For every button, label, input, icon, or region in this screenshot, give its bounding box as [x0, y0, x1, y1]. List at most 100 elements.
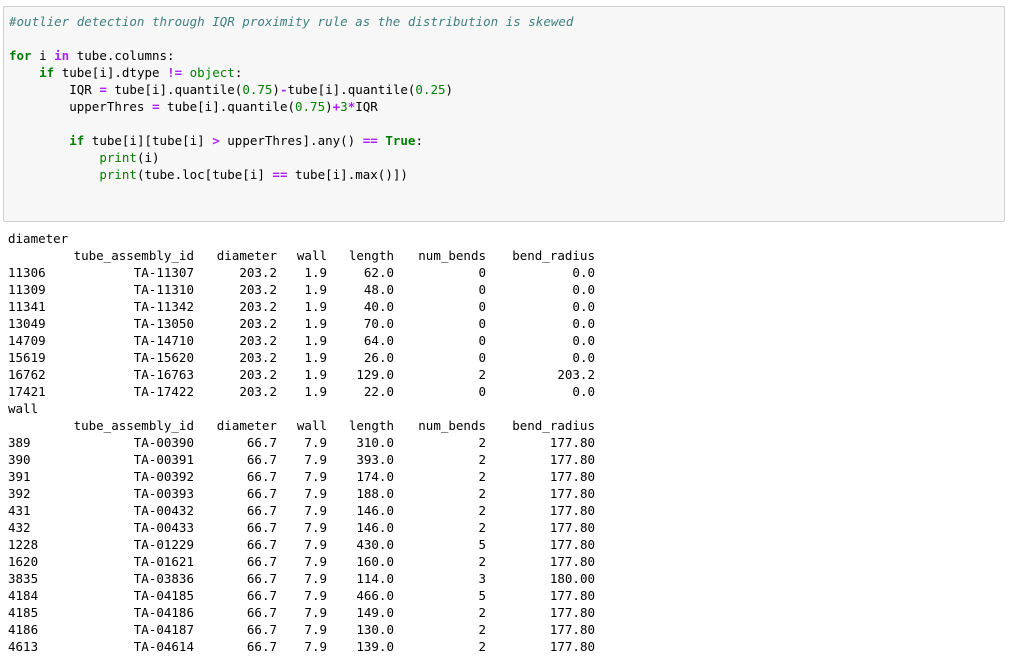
dataframe-cell: TA-11310 — [133, 282, 194, 297]
dataframe-cell: 26.0 — [363, 350, 394, 365]
dataframe-cell: 66.7 — [246, 571, 277, 586]
dataframe-cell: 203.2 — [239, 384, 277, 399]
dataframe-cell: TA-15620 — [133, 350, 194, 365]
cell-output: diameter tube_assembly_id diameter wall leng… — [8, 230, 595, 655]
dataframe-cell: 66.7 — [246, 605, 277, 620]
dataframe-cell: 149.0 — [356, 605, 394, 620]
dataframe-cell: 66.7 — [246, 503, 277, 518]
dataframe-cell: 4184 — [8, 588, 39, 603]
dataframe-cell: 2 — [478, 367, 486, 382]
dataframe-cell: 2 — [478, 435, 486, 450]
dataframe-cell: 0 — [478, 384, 486, 399]
dataframe-cell: 17421 — [8, 384, 46, 399]
code-token: if — [39, 65, 55, 80]
dataframe-cell: 177.80 — [549, 639, 595, 654]
dataframe-cell: 180.00 — [549, 571, 595, 586]
code-token: IQR — [9, 82, 100, 97]
dataframe-cell: 3 — [478, 571, 486, 586]
dataframe-header: tube_assembly_id diameter wall length num_be… — [8, 247, 595, 264]
dataframe-cell: TA-04186 — [133, 605, 194, 620]
dataframe-cell: TA-00390 — [133, 435, 194, 450]
dataframe-cell: 160.0 — [356, 554, 394, 569]
code-token: : — [415, 133, 423, 148]
dataframe-cell: 177.80 — [549, 588, 595, 603]
dataframe-cell: 2 — [478, 639, 486, 654]
dataframe-row: 15619 TA-15620 203.2 1.9 26.0 0 0.0 — [8, 349, 595, 366]
dataframe-header-cell: bend_radius — [512, 418, 595, 433]
dataframe-cell: 16762 — [8, 367, 46, 382]
dataframe-cell: 1.9 — [304, 282, 327, 297]
dataframe-row: 11306 TA-11307 203.2 1.9 62.0 0 0.0 — [8, 264, 595, 281]
code-token: 0.75 — [295, 99, 326, 114]
dataframe-cell: 203.2 — [239, 316, 277, 331]
dataframe-cell: TA-03836 — [133, 571, 194, 586]
dataframe-cell: 66.7 — [246, 469, 277, 484]
dataframe-cell: 66.7 — [246, 486, 277, 501]
code-token: if — [69, 133, 85, 148]
code-token: (i) — [136, 150, 160, 165]
dataframe-cell: 390 — [8, 452, 31, 467]
dataframe-cell: 5 — [478, 588, 486, 603]
code-token: object — [189, 65, 235, 80]
dataframe-cell: 146.0 — [356, 503, 394, 518]
dataframe-cell: 11309 — [8, 282, 46, 297]
code-editor[interactable]: #outlier detection through IQR proximity… — [9, 13, 573, 183]
dataframe-header-cell: diameter — [216, 248, 277, 263]
dataframe-cell: 0 — [478, 350, 486, 365]
code-token: for — [9, 48, 32, 63]
dataframe-cell: 431 — [8, 503, 31, 518]
code-token: True — [385, 133, 416, 148]
code-line: for i in tube.columns: — [9, 47, 573, 64]
dataframe-header-cell: wall — [296, 248, 327, 263]
dataframe-cell: 7.9 — [304, 486, 327, 501]
dataframe-cell: 7.9 — [304, 571, 327, 586]
dataframe-header-cell: tube_assembly_id — [73, 418, 194, 433]
dataframe-cell: 392 — [8, 486, 31, 501]
dataframe-cell: 1.9 — [304, 265, 327, 280]
dataframe-cell: 310.0 — [356, 435, 394, 450]
code-token: != — [167, 65, 183, 80]
dataframe-cell: 1.9 — [304, 316, 327, 331]
dataframe-row: 432 TA-00433 66.7 7.9 146.0 2 177.80 — [8, 519, 595, 536]
code-token: IQR — [355, 99, 378, 114]
code-token: ) — [272, 82, 280, 97]
dataframe-cell: 203.2 — [239, 367, 277, 382]
dataframe-cell: 13049 — [8, 316, 46, 331]
dataframe-cell: 203.2 — [239, 350, 277, 365]
dataframe-cell: 393.0 — [356, 452, 394, 467]
dataframe-cell: 66.7 — [246, 588, 277, 603]
dataframe-cell: 7.9 — [304, 520, 327, 535]
dataframe-row: 1620 TA-01621 66.7 7.9 160.0 2 177.80 — [8, 553, 595, 570]
code-cell-input[interactable]: #outlier detection through IQR proximity… — [3, 6, 1005, 222]
dataframe-cell: 7.9 — [304, 554, 327, 569]
dataframe-cell: 203.2 — [239, 299, 277, 314]
dataframe-header: tube_assembly_id diameter wall length num_be… — [8, 417, 595, 434]
code-line: #outlier detection through IQR proximity… — [9, 13, 573, 30]
dataframe-cell: 66.7 — [246, 622, 277, 637]
dataframe-cell: 7.9 — [304, 588, 327, 603]
dataframe-cell: 389 — [8, 435, 31, 450]
dataframe-cell: 2 — [478, 486, 486, 501]
dataframe-cell: 129.0 — [356, 367, 394, 382]
dataframe-row: 11341 TA-11342 203.2 1.9 40.0 0 0.0 — [8, 298, 595, 315]
dataframe-cell: 0 — [478, 299, 486, 314]
dataframe-cell: TA-04185 — [133, 588, 194, 603]
dataframe-cell: 177.80 — [549, 435, 595, 450]
dataframe-cell: 1.9 — [304, 384, 327, 399]
dataframe-cell: 4613 — [8, 639, 39, 654]
dataframe-cell: 203.2 — [239, 333, 277, 348]
dataframe-cell: 114.0 — [356, 571, 394, 586]
code-token: ) — [325, 99, 333, 114]
dataframe-cell: 177.80 — [549, 452, 595, 467]
dataframe-cell: 177.80 — [549, 469, 595, 484]
code-token: = — [152, 99, 160, 114]
dataframe-cell: 1.9 — [304, 299, 327, 314]
dataframe-cell: 174.0 — [356, 469, 394, 484]
dataframe-cell: 66.7 — [246, 452, 277, 467]
dataframe-row: 389 TA-00390 66.7 7.9 310.0 2 177.80 — [8, 434, 595, 451]
dataframe-cell: 4186 — [8, 622, 39, 637]
